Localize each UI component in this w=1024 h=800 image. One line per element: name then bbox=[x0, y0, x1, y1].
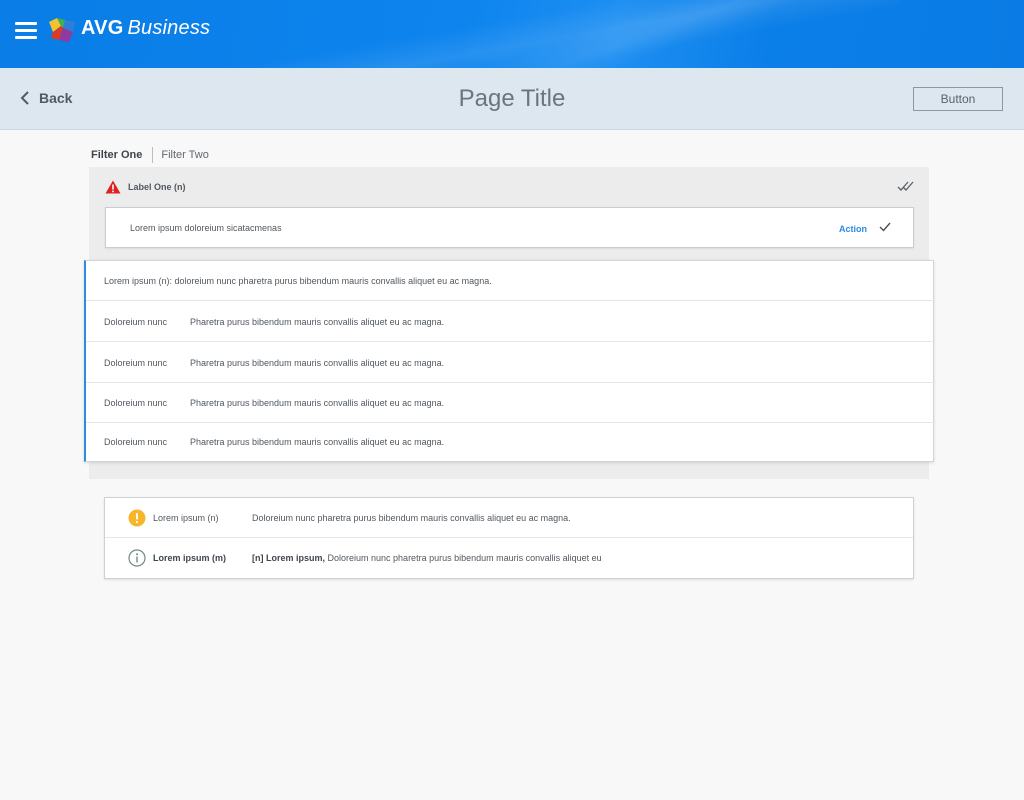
row-key: Doloreium nunc bbox=[104, 317, 168, 327]
group-label: Label One (n) bbox=[105, 180, 186, 194]
check-icon[interactable] bbox=[879, 222, 891, 232]
filter-tab-two[interactable]: Filter Two bbox=[161, 149, 208, 161]
row-value: Pharetra purus bibendum mauris convallis… bbox=[190, 317, 445, 327]
info-circle-icon bbox=[128, 549, 146, 567]
detail-card: Lorem ipsum (n): doloreium nunc pharetra… bbox=[84, 260, 934, 462]
page-header: Back Page Title Button bbox=[0, 68, 1024, 130]
group-label-text: Label One (n) bbox=[128, 182, 186, 192]
notice-description-text: Doloreium nunc pharetra purus bibendum m… bbox=[325, 553, 602, 563]
double-check-icon[interactable] bbox=[897, 181, 915, 192]
notice-description: [n] Lorem ipsum, Doloreium nunc pharetra… bbox=[252, 553, 602, 563]
avg-logo-icon bbox=[49, 18, 75, 42]
row-value: Pharetra purus bibendum mauris convallis… bbox=[190, 437, 445, 447]
notice-description: Doloreium nunc pharetra purus bibendum m… bbox=[252, 513, 571, 523]
action-link[interactable]: Action bbox=[839, 224, 867, 234]
warning-icon bbox=[105, 180, 121, 194]
notice-label: Lorem ipsum (m) bbox=[153, 553, 227, 563]
header-action-button[interactable]: Button bbox=[913, 87, 1003, 111]
page-title: Page Title bbox=[458, 85, 566, 112]
table-row: Doloreium nunc Pharetra purus bibendum m… bbox=[86, 422, 934, 462]
detail-summary-text: Lorem ipsum (n): doloreium nunc pharetra… bbox=[104, 276, 492, 286]
filter-tabs: Filter One Filter Two bbox=[91, 147, 209, 163]
brand-name: AVG Business bbox=[81, 17, 211, 39]
row-value: Pharetra purus bibendum mauris convallis… bbox=[190, 358, 445, 368]
row-key: Doloreium nunc bbox=[104, 437, 168, 447]
notice-description-bold: [n] Lorem ipsum, bbox=[252, 553, 326, 563]
hamburger-menu-icon[interactable] bbox=[15, 22, 37, 39]
list-item: Lorem ipsum (m) [n] Lorem ipsum, Dolorei… bbox=[105, 538, 913, 578]
alert-card-text: Lorem ipsum doloreium sicatacmenas bbox=[130, 223, 282, 233]
alert-card: Lorem ipsum doloreium sicatacmenas Actio… bbox=[105, 207, 914, 248]
detail-summary-row: Lorem ipsum (n): doloreium nunc pharetra… bbox=[86, 261, 934, 301]
notice-label: Lorem ipsum (n) bbox=[153, 513, 219, 523]
row-value: Pharetra purus bibendum mauris convallis… bbox=[190, 398, 445, 408]
table-row: Doloreium nunc Pharetra purus bibendum m… bbox=[86, 383, 934, 423]
top-app-bar: AVG Business bbox=[0, 0, 1024, 68]
row-key: Doloreium nunc bbox=[104, 358, 168, 368]
row-key: Doloreium nunc bbox=[104, 398, 168, 408]
list-item: Lorem ipsum (n) Doloreium nunc pharetra … bbox=[105, 498, 913, 538]
exclamation-circle-icon bbox=[128, 509, 146, 527]
filter-tab-one[interactable]: Filter One bbox=[91, 149, 142, 161]
filter-divider bbox=[152, 147, 154, 163]
notice-card: Lorem ipsum (n) Doloreium nunc pharetra … bbox=[104, 497, 914, 579]
table-row: Doloreium nunc Pharetra purus bibendum m… bbox=[86, 302, 934, 342]
table-row: Doloreium nunc Pharetra purus bibendum m… bbox=[86, 343, 934, 383]
